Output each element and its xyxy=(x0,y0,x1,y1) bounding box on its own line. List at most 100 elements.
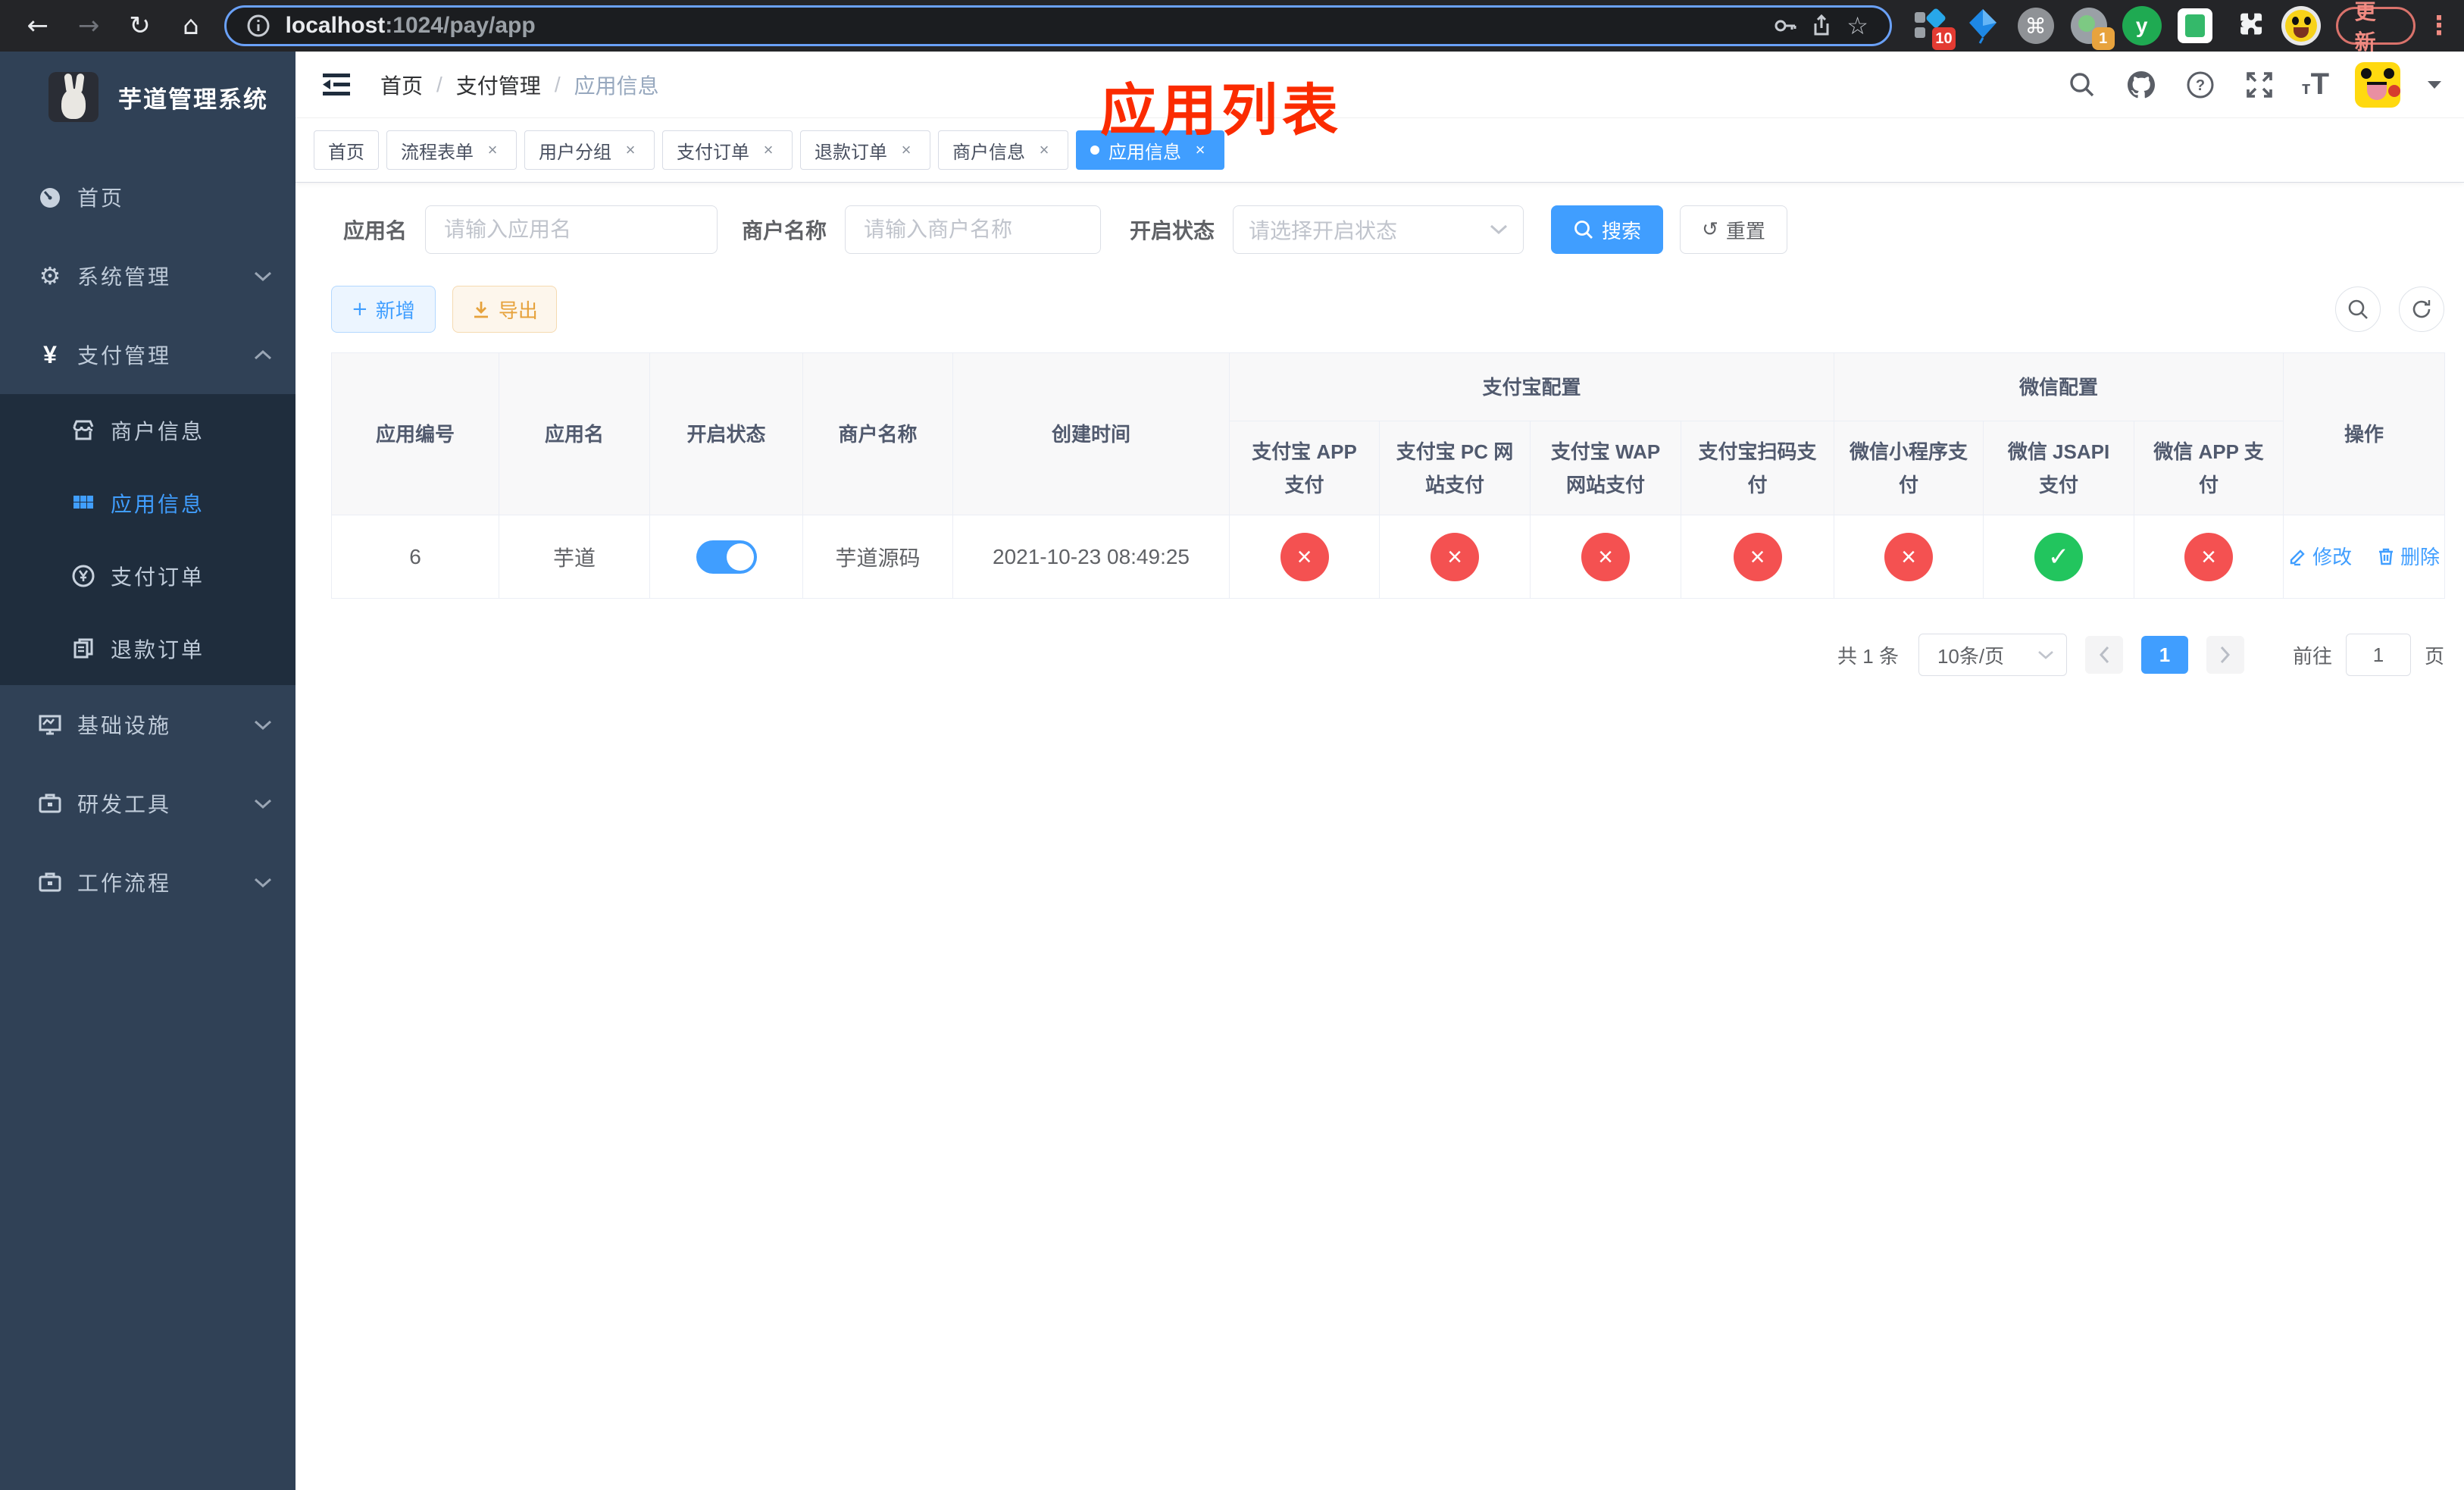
sidebar-item-app-info[interactable]: 应用信息 xyxy=(0,467,295,540)
address-bar[interactable]: localhost:1024/pay/app ☆ xyxy=(224,5,1892,46)
sidebar-item-home[interactable]: 首页 xyxy=(0,158,295,236)
tab-close-icon[interactable]: × xyxy=(483,140,502,160)
cell-wechat-jsapi: ✓ xyxy=(1983,515,2135,599)
sidebar-item-refund-order[interactable]: 退款订单 xyxy=(0,612,295,685)
chevron-down-icon xyxy=(253,270,273,282)
plus-icon: + xyxy=(352,298,368,321)
page-content: 应用名 商户名称 开启状态 请选择开启状态 搜索 ↺ 重置 xyxy=(295,183,2464,676)
cell-actions: 修改 删除 xyxy=(2283,515,2446,599)
refresh-table-button[interactable] xyxy=(2399,286,2444,332)
share-icon[interactable] xyxy=(1803,8,1840,44)
goto-page-input[interactable] xyxy=(2345,634,2411,676)
app-name-input[interactable] xyxy=(425,205,718,254)
page-title: 应用列表 xyxy=(1100,79,1343,142)
tab-close-icon[interactable]: × xyxy=(621,140,640,160)
chrome-update-button[interactable]: 更新 xyxy=(2335,0,2416,54)
logo-avatar xyxy=(48,72,98,122)
password-key-icon[interactable] xyxy=(1767,8,1803,44)
cell-wechat-app: × xyxy=(2134,515,2284,599)
delete-link[interactable]: 删除 xyxy=(2376,542,2440,570)
help-icon[interactable]: ? xyxy=(2184,68,2217,102)
avatar-caret-icon[interactable] xyxy=(2426,80,2443,90)
cell-created: 2021-10-23 08:49:25 xyxy=(952,515,1230,599)
page-size-select[interactable]: 10条/页 xyxy=(1918,634,2067,676)
edit-link[interactable]: 修改 xyxy=(2288,542,2352,570)
channel-status-icon: × xyxy=(1884,532,1934,581)
extension-blocks-icon[interactable]: 10 xyxy=(1910,6,1956,50)
col-alipay-qr: 支付宝扫码支付 xyxy=(1680,421,1835,515)
sidebar-item-label: 应用信息 xyxy=(111,493,205,516)
tab-process-form[interactable]: 流程表单 × xyxy=(386,130,517,170)
group-wechat-config: 微信配置 xyxy=(1834,352,2284,421)
merchant-name-input[interactable] xyxy=(845,205,1102,254)
github-icon[interactable] xyxy=(2125,68,2158,102)
breadcrumb: 首页 支付管理 应用信息 xyxy=(380,70,659,100)
extension-y-icon[interactable]: y xyxy=(2122,6,2162,45)
show-search-button[interactable] xyxy=(2335,286,2381,332)
prev-page-button[interactable] xyxy=(2084,636,2123,674)
breadcrumb-home[interactable]: 首页 xyxy=(380,70,423,100)
info-icon[interactable] xyxy=(240,8,277,44)
shop-icon xyxy=(67,418,100,443)
sidebar-item-pay-order[interactable]: 支付订单 xyxy=(0,540,295,612)
app-logo[interactable]: 芋道管理系统 xyxy=(0,52,295,142)
browser-reload-icon[interactable]: ↻ xyxy=(119,5,161,47)
browser-menu-icon[interactable]: ⋮ xyxy=(2426,11,2452,41)
app-name-label: 应用名 xyxy=(343,219,408,243)
status-toggle[interactable] xyxy=(696,540,757,574)
sidebar-item-payment[interactable]: ¥ 支付管理 xyxy=(0,315,295,394)
tab-close-icon[interactable]: × xyxy=(896,140,916,160)
channel-status-icon: × xyxy=(1733,532,1782,581)
chevron-down-icon xyxy=(1490,224,1508,235)
tab-user-group[interactable]: 用户分组 × xyxy=(524,130,655,170)
fullscreen-icon[interactable] xyxy=(2243,68,2276,102)
sidebar-item-dev-tools[interactable]: 研发工具 xyxy=(0,764,295,843)
page-number-button[interactable]: 1 xyxy=(2140,636,2188,674)
payment-submenu: 商户信息 应用信息 支付订单 退款订单 xyxy=(0,394,295,685)
next-page-button[interactable] xyxy=(2206,636,2244,674)
header-search-icon[interactable] xyxy=(2065,68,2099,102)
bookmark-star-icon[interactable]: ☆ xyxy=(1840,8,1876,44)
export-button[interactable]: 导出 xyxy=(452,286,557,333)
monitor-icon xyxy=(33,712,67,737)
active-dot xyxy=(1090,146,1099,155)
user-avatar[interactable] xyxy=(2355,61,2400,108)
tab-merchant-info[interactable]: 商户信息 × xyxy=(938,130,1068,170)
extension-command-icon[interactable]: ⌘ xyxy=(2016,6,2056,45)
extension-kite-icon[interactable] xyxy=(1963,6,2003,45)
profile-avatar[interactable] xyxy=(2281,6,2321,45)
sidebar-collapse-icon[interactable] xyxy=(318,67,355,103)
browser-back-icon[interactable]: ← xyxy=(17,5,58,47)
url-text[interactable]: localhost:1024/pay/app xyxy=(286,13,1767,39)
sidebar-item-infrastructure[interactable]: 基础设施 xyxy=(0,685,295,764)
search-button[interactable]: 搜索 xyxy=(1551,205,1664,254)
status-select[interactable]: 请选择开启状态 xyxy=(1233,205,1524,254)
col-alipay-app: 支付宝 APP 支付 xyxy=(1229,421,1380,515)
channel-status-icon: × xyxy=(1581,532,1630,581)
browser-home-icon[interactable]: ⌂ xyxy=(170,5,211,47)
extension-gray-dot-icon[interactable]: 1 xyxy=(2069,6,2115,50)
app-table: 应用编号 应用名 开启状态 商户名称 创建时间 支付宝配置 微信配置 操作 支付… xyxy=(331,352,2446,599)
sidebar-item-workflow[interactable]: 工作流程 xyxy=(0,843,295,922)
add-button[interactable]: + 新增 xyxy=(331,286,436,333)
table-row: 6 芋道 芋道源码 2021-10-23 08:49:25 × × × × × … xyxy=(331,515,2446,599)
col-wechat-app: 微信 APP 支付 xyxy=(2134,421,2284,515)
col-app-name: 应用名 xyxy=(499,352,650,515)
tab-close-icon[interactable]: × xyxy=(758,140,778,160)
tab-pay-order[interactable]: 支付订单 × xyxy=(662,130,793,170)
extension-doc-icon[interactable] xyxy=(2175,6,2215,45)
sidebar-item-merchant-info[interactable]: 商户信息 xyxy=(0,394,295,467)
tab-close-icon[interactable]: × xyxy=(1034,140,1054,160)
tab-home[interactable]: 首页 xyxy=(314,130,379,170)
channel-status-icon: × xyxy=(1431,532,1479,581)
tab-refund-order[interactable]: 退款订单 × xyxy=(800,130,930,170)
reset-button[interactable]: ↺ 重置 xyxy=(1680,205,1787,254)
font-size-icon[interactable]: тT xyxy=(2302,67,2329,102)
browser-forward-icon[interactable]: → xyxy=(67,5,109,47)
breadcrumb-payment[interactable]: 支付管理 xyxy=(423,70,541,100)
extension-puzzle-icon[interactable] xyxy=(2228,6,2268,45)
col-alipay-pc: 支付宝 PC 网站支付 xyxy=(1379,421,1531,515)
yen-circle-icon xyxy=(67,563,100,589)
sidebar-item-system[interactable]: ⚙ 系统管理 xyxy=(0,236,295,315)
col-app-id: 应用编号 xyxy=(331,352,499,515)
